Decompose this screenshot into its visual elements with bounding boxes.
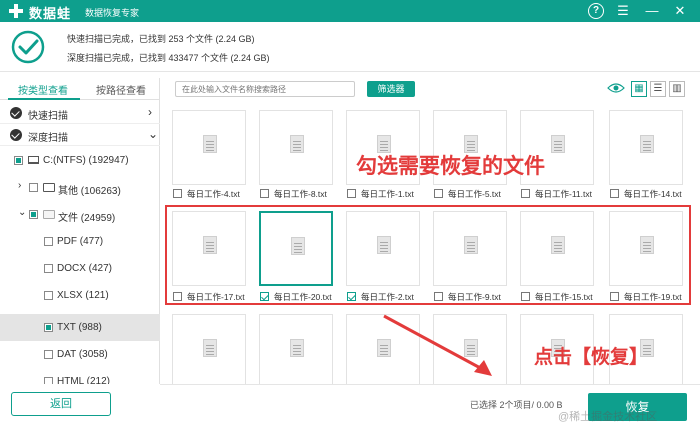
title-bar: 数据蛙 数据恢复专家 ? ☰ — ✕ — [0, 0, 700, 22]
file-thumbnail[interactable] — [259, 314, 333, 384]
text-file-icon — [290, 339, 304, 357]
tree-item-label: 文件 (24959) — [58, 213, 116, 224]
text-file-icon — [203, 135, 217, 153]
file-name: 每日工作-4.txt — [187, 189, 240, 199]
tree-item-html[interactable]: HTML (212) — [0, 368, 160, 384]
tree-item-label: DOCX (427) — [57, 263, 113, 274]
deep-scan-row[interactable]: 深度扫描 ⌄ — [0, 124, 160, 146]
tree-item-drive-c[interactable]: C:(NTFS) (192947) — [0, 147, 160, 174]
footer-divider — [160, 384, 700, 385]
eye-icon[interactable] — [607, 82, 625, 94]
tree-checkbox[interactable] — [44, 237, 53, 246]
grid-view-button[interactable]: ▦ — [631, 81, 647, 97]
tree-checkbox[interactable] — [29, 210, 38, 219]
annotation-highlight-box — [165, 205, 691, 305]
file-name: 每日工作-11.txt — [535, 189, 592, 199]
tree-item-label: C:(NTFS) (192947) — [43, 155, 129, 166]
tree-item-xlsx[interactable]: XLSX (121) — [0, 282, 160, 309]
quick-scan-row[interactable]: 快速扫描 › — [0, 102, 160, 124]
app-name: 数据蛙 — [29, 6, 72, 21]
chevron-right-icon[interactable]: › — [148, 105, 152, 119]
tree-item-docx[interactable]: DOCX (427) — [0, 255, 160, 282]
expand-arrow-icon[interactable]: › — [18, 180, 21, 191]
check-dot-icon — [10, 129, 22, 141]
file-checkbox[interactable] — [173, 189, 182, 198]
app-window: 数据蛙 数据恢复专家 ? ☰ — ✕ 快速扫描已完成，已找到 253 个文件 (… — [0, 0, 700, 428]
scan-summary: 快速扫描已完成，已找到 253 个文件 (2.24 GB) 深度扫描已完成，已找… — [0, 22, 700, 72]
tree-item-pdf[interactable]: PDF (477) — [0, 228, 160, 255]
deep-scan-status: 深度扫描已完成，已找到 433477 个文件 (2.24 GB) — [67, 53, 270, 63]
text-file-icon — [640, 135, 654, 153]
quick-scan-status: 快速扫描已完成，已找到 253 个文件 (2.24 GB) — [67, 34, 255, 44]
tree-item-label: TXT (988) — [57, 322, 102, 333]
tree-checkbox[interactable] — [44, 350, 53, 359]
tree-checkbox[interactable] — [44, 377, 53, 384]
file-name: 每日工作-5.txt — [448, 189, 501, 199]
app-subtitle: 数据恢复专家 — [85, 8, 140, 18]
text-file-icon — [551, 135, 565, 153]
watermark: @稀土掘金技术社区 — [558, 411, 658, 423]
tree-item-txt[interactable]: TXT (988) — [0, 314, 160, 341]
file-thumbnail[interactable] — [172, 314, 246, 384]
file-thumbnail[interactable] — [609, 110, 683, 185]
file-name: 每日工作-14.txt — [624, 189, 682, 199]
file-checkbox[interactable] — [260, 189, 269, 198]
list-view-button[interactable]: ☰ — [650, 81, 666, 97]
selection-summary: 已选择 2个项目/ 0.00 B — [470, 400, 563, 410]
check-circle-icon — [11, 30, 45, 64]
collapse-arrow-icon[interactable]: ⌄ — [18, 207, 26, 218]
file-checkbox[interactable] — [610, 189, 619, 198]
chevron-down-icon[interactable]: ⌄ — [148, 127, 158, 141]
tree-item-documents[interactable]: ⌄ 文件 (24959) — [0, 201, 160, 228]
tree-item-label: DAT (3058) — [57, 349, 108, 360]
folder-icon — [43, 183, 55, 192]
close-button[interactable]: ✕ — [672, 3, 688, 19]
text-file-icon — [290, 135, 304, 153]
tab-by-type[interactable]: 按类型查看 — [18, 82, 68, 97]
tree-item-label: XLSX (121) — [57, 290, 109, 301]
annotation-click-restore: 点击【恢复】 — [534, 347, 649, 368]
file-thumbnail[interactable] — [259, 110, 333, 185]
check-dot-icon — [10, 107, 22, 119]
folder-icon — [43, 210, 55, 219]
annotation-select-files: 勾选需要恢复的文件 — [356, 155, 545, 178]
tree-item-label: HTML (212) — [57, 376, 110, 384]
tab-by-path[interactable]: 按路径查看 — [96, 82, 146, 97]
back-button[interactable]: 返回 — [11, 392, 111, 416]
tree-checkbox[interactable] — [44, 323, 53, 332]
tree-checkbox[interactable] — [44, 291, 53, 300]
tree-item-label: 其他 (106263) — [58, 186, 121, 197]
tree-item-label: PDF (477) — [57, 236, 104, 247]
tree-checkbox[interactable] — [44, 264, 53, 273]
quick-scan-label: 快速扫描 — [28, 111, 68, 122]
tree-item-dat[interactable]: DAT (3058) — [0, 341, 160, 368]
left-panel: 按类型查看 按路径查看 快速扫描 › 深度扫描 ⌄ C:(NTFS) (1929… — [0, 78, 160, 384]
view-tabs: 按类型查看 按路径查看 — [0, 78, 160, 100]
file-name: 每日工作-8.txt — [274, 189, 327, 199]
tab-active-underline — [8, 98, 80, 100]
file-checkbox[interactable] — [521, 189, 530, 198]
deep-scan-label: 深度扫描 — [28, 133, 68, 144]
detail-view-button[interactable]: ▥ — [669, 81, 685, 97]
menu-button[interactable]: ☰ — [615, 3, 631, 19]
filter-button[interactable]: 筛选器 — [367, 81, 415, 97]
tree-checkbox[interactable] — [14, 156, 23, 165]
search-input[interactable] — [175, 81, 355, 97]
file-checkbox[interactable] — [347, 189, 356, 198]
text-file-icon — [203, 339, 217, 357]
file-name: 每日工作-1.txt — [361, 189, 414, 199]
minimize-button[interactable]: — — [644, 3, 660, 19]
tree-item-other[interactable]: › 其他 (106263) — [0, 174, 160, 201]
file-thumbnail[interactable] — [172, 110, 246, 185]
drive-icon — [28, 156, 39, 164]
annotation-arrow-icon — [383, 314, 492, 376]
help-button[interactable]: ? — [588, 3, 604, 19]
file-checkbox[interactable] — [434, 189, 443, 198]
app-logo-icon — [9, 4, 23, 18]
tree-checkbox[interactable] — [29, 183, 38, 192]
